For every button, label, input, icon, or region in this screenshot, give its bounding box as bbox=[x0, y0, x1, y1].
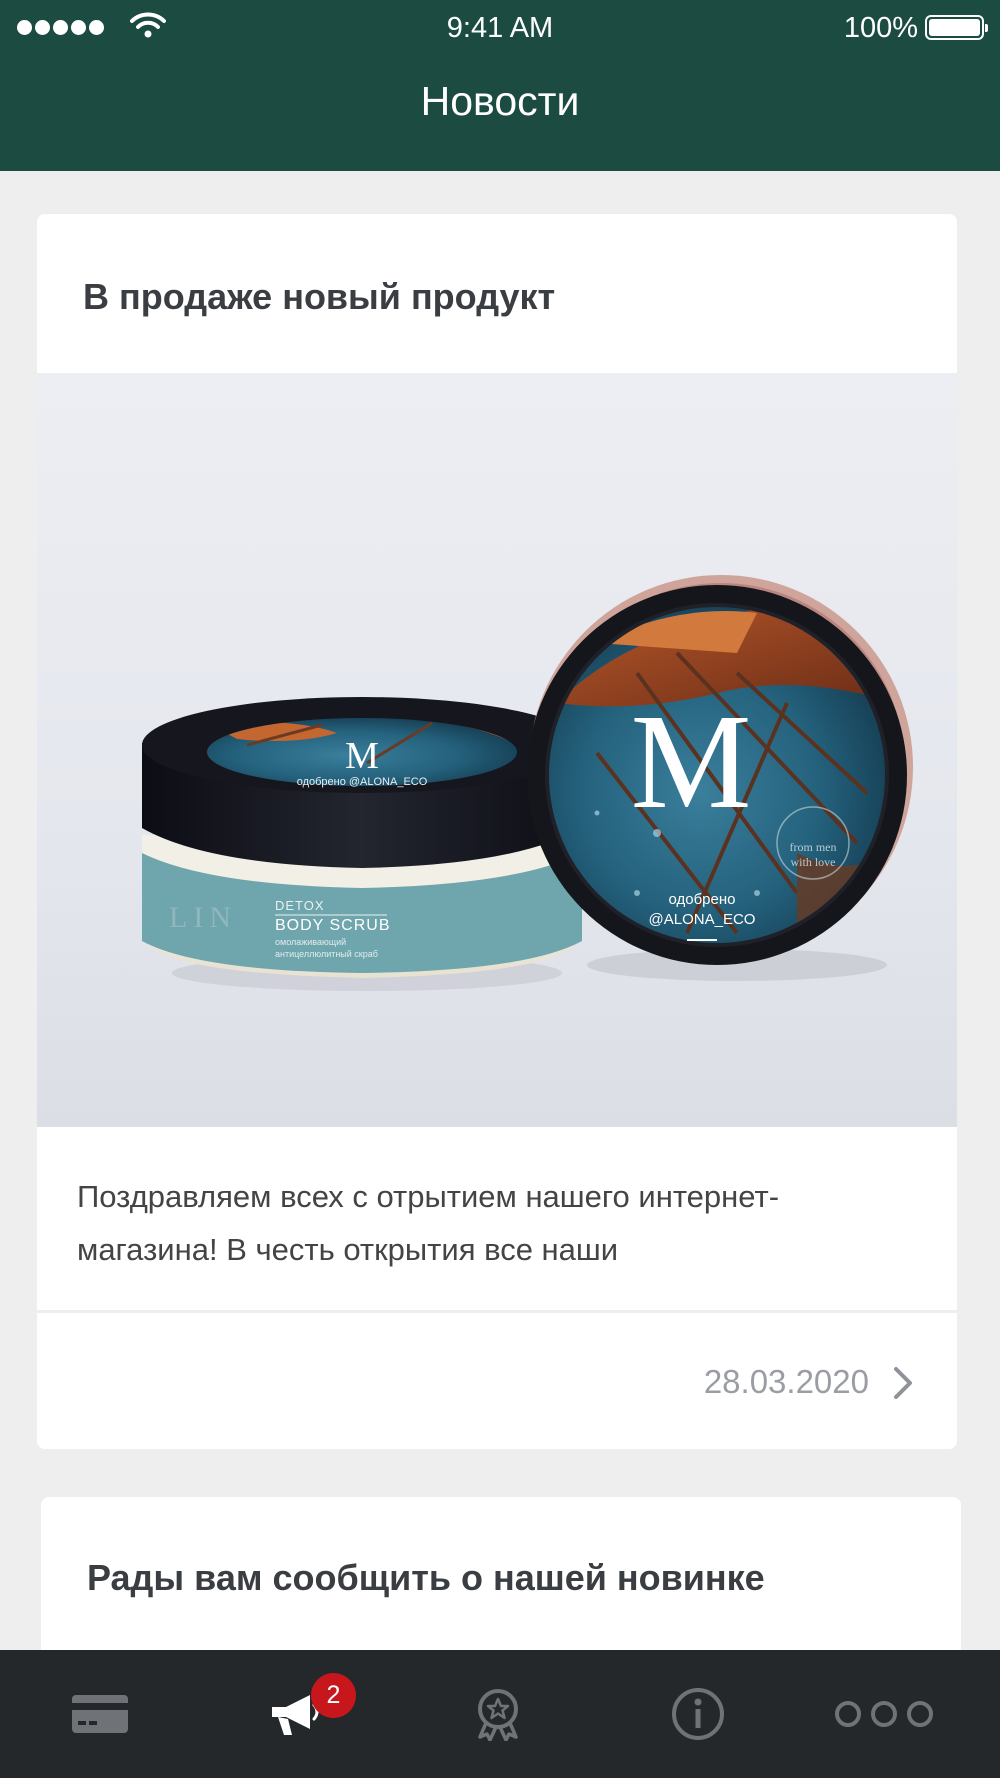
jar-handle-text: @ALONA_ECO bbox=[649, 911, 756, 928]
tab-rewards[interactable] bbox=[398, 1650, 598, 1778]
app-header: 9:41 AM 100% Новости bbox=[0, 0, 1000, 171]
left-jar-side-text: LIN bbox=[169, 901, 237, 934]
card-icon bbox=[72, 1695, 128, 1733]
status-bar: 9:41 AM 100% bbox=[0, 0, 1000, 56]
left-jar-lid-text: одобрено @ALONA_ECO bbox=[297, 776, 428, 788]
jar-label-sub2: антицеллюлитный скраб bbox=[275, 949, 378, 959]
jar-label-sub1: омолаживающий bbox=[275, 937, 346, 947]
tab-card[interactable] bbox=[0, 1650, 200, 1778]
news-card[interactable]: В продаже новый продукт M одобрено @ALON… bbox=[37, 214, 957, 1449]
tab-more[interactable] bbox=[784, 1650, 984, 1778]
jar-stamp-text-1: from men bbox=[790, 840, 837, 854]
news-date: 28.03.2020 bbox=[703, 1363, 869, 1400]
tab-info[interactable] bbox=[598, 1650, 798, 1778]
chevron-right-icon bbox=[894, 1367, 912, 1399]
battery-percentage: 100% bbox=[843, 12, 918, 44]
jar-stamp-text-2: with love bbox=[791, 855, 836, 869]
notification-badge: 2 bbox=[311, 1673, 356, 1718]
jar-label-small: DETOX bbox=[275, 898, 325, 913]
jar-approved-text: одобрено bbox=[668, 891, 735, 908]
jar-label-big: BODY SCRUB bbox=[275, 917, 391, 934]
news-footer[interactable]: 28.03.2020 bbox=[37, 1313, 957, 1449]
battery-icon bbox=[925, 15, 988, 40]
tab-news[interactable] bbox=[196, 1650, 396, 1778]
news-image: M одобрено @ALONA_ECO LIN DETOX BODY SCR… bbox=[37, 373, 957, 1127]
more-icon bbox=[835, 1701, 933, 1727]
news-title: В продаже новый продукт bbox=[83, 276, 556, 317]
tab-bar bbox=[0, 1650, 1000, 1778]
page-title: Новости bbox=[420, 78, 580, 124]
news-title: Рады вам сообщить о нашей новинке bbox=[87, 1557, 765, 1598]
jar-logo: M bbox=[631, 687, 752, 837]
news-text: Поздравляем всех с отрытием нашего интер… bbox=[77, 1179, 780, 1267]
info-icon bbox=[672, 1688, 724, 1740]
award-icon bbox=[478, 1689, 518, 1741]
jar-logo: M bbox=[345, 735, 379, 777]
